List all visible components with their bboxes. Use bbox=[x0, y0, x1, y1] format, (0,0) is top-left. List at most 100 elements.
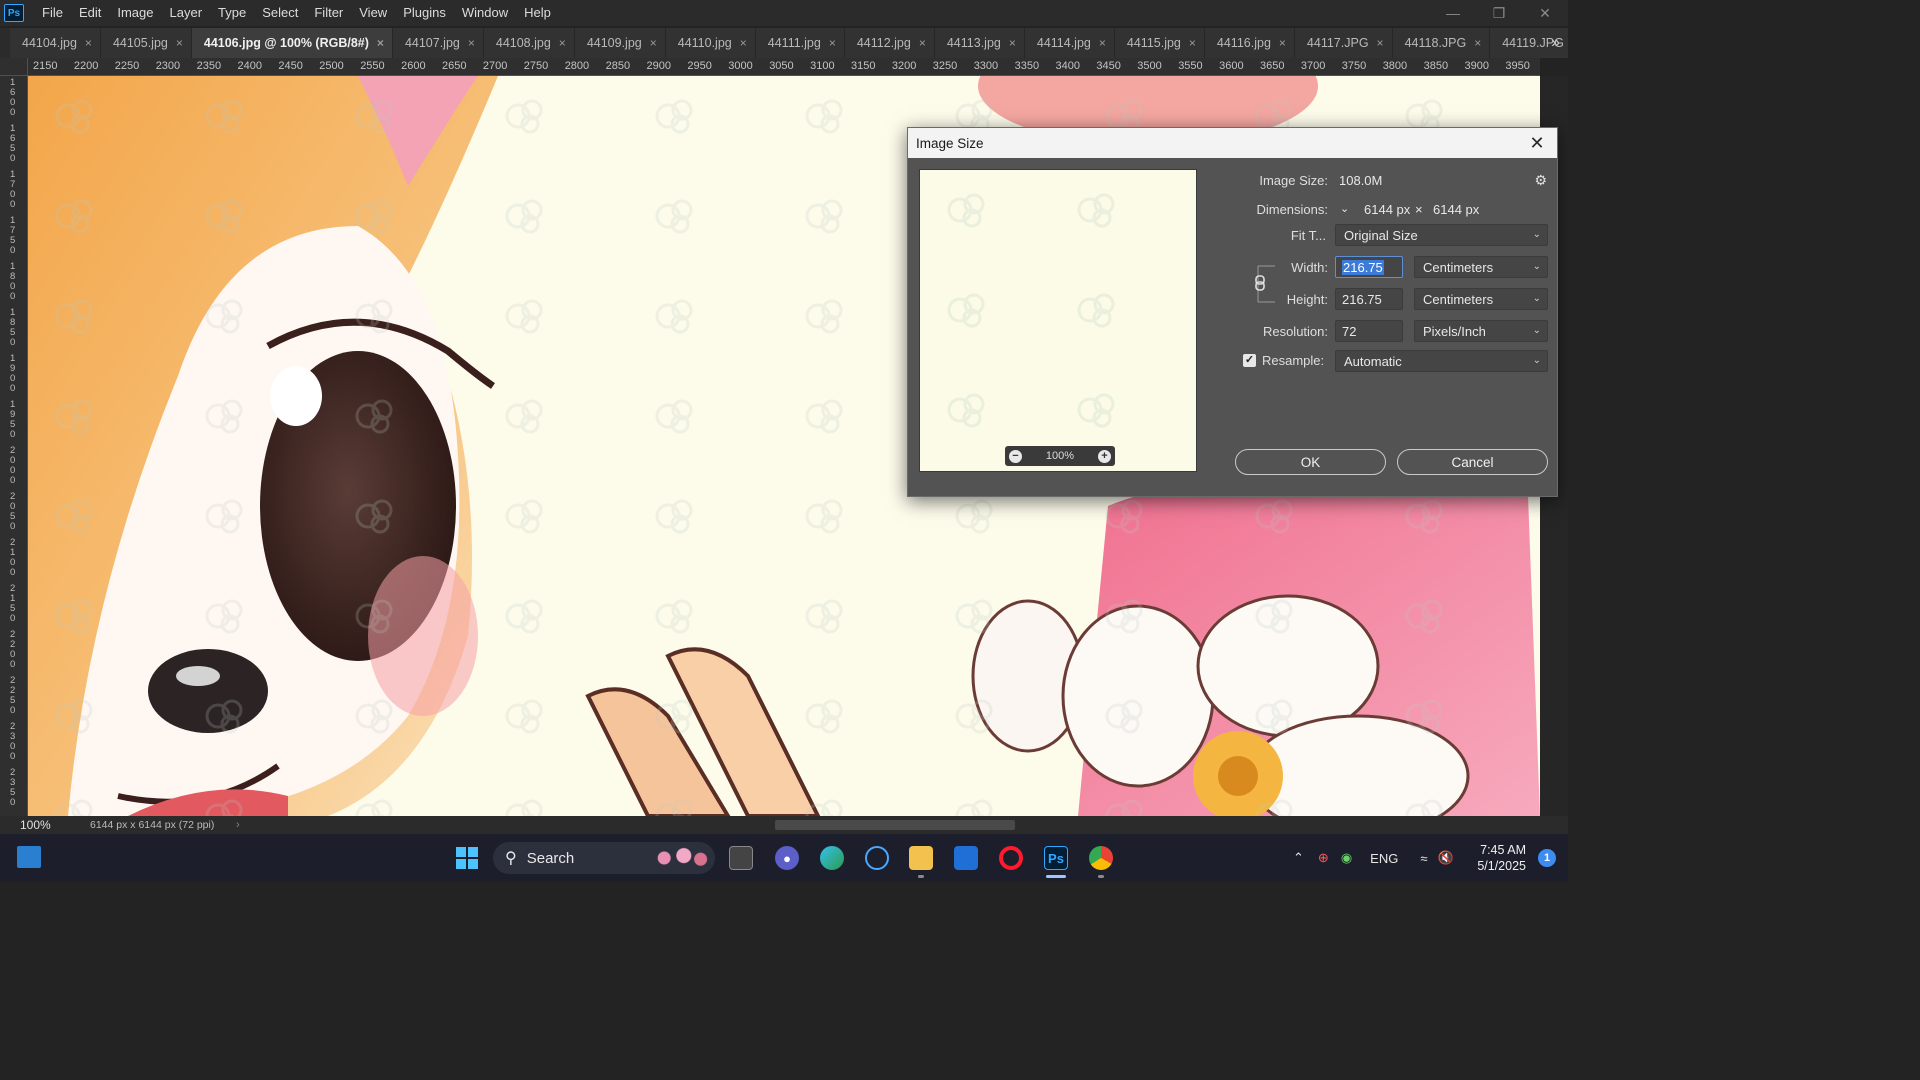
horizontal-ruler[interactable]: 2150 2200 2250 2300 2350 2400 2450 2500 2550 2600… bbox=[28, 58, 1540, 76]
close-icon[interactable]: × bbox=[559, 36, 566, 50]
tab-label: 44108.jpg bbox=[495, 36, 551, 50]
image-preview[interactable]: − 100% + bbox=[919, 169, 1197, 472]
close-icon[interactable]: × bbox=[468, 36, 475, 50]
chrome-icon[interactable] bbox=[1089, 846, 1113, 870]
language-indicator[interactable]: ENG bbox=[1370, 851, 1398, 866]
close-icon[interactable]: × bbox=[1009, 36, 1016, 50]
tab-overflow-icon[interactable]: » bbox=[1551, 28, 1560, 58]
ruler-tick-label: 2100 bbox=[10, 537, 16, 578]
menu-image[interactable]: Image bbox=[109, 0, 161, 26]
horizontal-scrollbar[interactable] bbox=[270, 820, 1530, 830]
document-tab[interactable]: 44118.JPG × bbox=[1392, 28, 1491, 58]
restore-button[interactable]: ❐ bbox=[1476, 0, 1522, 26]
scrollbar-thumb[interactable] bbox=[775, 820, 1015, 830]
document-tab[interactable]: 44112.jpg × bbox=[844, 28, 935, 58]
width-input[interactable]: 216.75 bbox=[1335, 256, 1403, 278]
widgets-icon[interactable] bbox=[17, 846, 41, 868]
chevron-down-icon[interactable]: ⌄ bbox=[1340, 202, 1349, 215]
menu-help[interactable]: Help bbox=[516, 0, 559, 26]
store-icon[interactable] bbox=[954, 846, 978, 870]
ruler-tick-label: 1800 bbox=[10, 261, 16, 302]
ruler-tick-label: 3350 bbox=[1014, 60, 1040, 72]
gear-icon[interactable]: ⚙ bbox=[1534, 172, 1547, 189]
document-tab[interactable]: 44104.jpg × bbox=[10, 28, 101, 58]
document-tab[interactable]: 44109.jpg × bbox=[574, 28, 666, 58]
document-tab[interactable]: 44110.jpg × bbox=[665, 28, 756, 58]
resolution-unit-select[interactable]: Pixels/Inch ⌄ bbox=[1414, 320, 1548, 342]
document-tab[interactable]: 44114.jpg × bbox=[1024, 28, 1115, 58]
wifi-icon[interactable]: ≈ bbox=[1420, 851, 1427, 866]
ruler-tick-label: 2250 bbox=[114, 60, 140, 72]
menu-view[interactable]: View bbox=[351, 0, 395, 26]
close-icon[interactable]: ✕ bbox=[1525, 133, 1549, 154]
ruler-tick-label: 3900 bbox=[1464, 60, 1489, 72]
menu-select[interactable]: Select bbox=[254, 0, 306, 26]
globe-icon[interactable]: ◉ bbox=[1341, 850, 1352, 866]
close-icon[interactable]: × bbox=[85, 36, 92, 50]
resample-checkbox[interactable]: ✓ bbox=[1243, 354, 1256, 367]
zoom-in-icon[interactable]: + bbox=[1097, 449, 1111, 463]
menu-edit[interactable]: Edit bbox=[71, 0, 109, 26]
chevron-right-icon[interactable]: › bbox=[236, 819, 240, 831]
menu-file[interactable]: File bbox=[34, 0, 71, 26]
close-icon[interactable]: × bbox=[829, 36, 836, 50]
photoshop-logo-icon[interactable]: Ps bbox=[4, 4, 24, 22]
document-tab[interactable]: 44115.jpg × bbox=[1114, 28, 1205, 58]
start-icon[interactable] bbox=[455, 846, 479, 870]
close-icon[interactable]: × bbox=[740, 36, 747, 50]
edge-icon[interactable] bbox=[820, 846, 844, 870]
close-icon[interactable]: × bbox=[377, 36, 384, 50]
document-tab[interactable]: 44107.jpg × bbox=[392, 28, 484, 58]
resolution-input[interactable]: 72 bbox=[1335, 320, 1403, 342]
notification-badge[interactable]: 1 bbox=[1538, 849, 1556, 867]
taskbar-search[interactable]: ⚲ Search bbox=[493, 842, 715, 874]
fit-to-select[interactable]: Original Size ⌄ bbox=[1335, 224, 1548, 246]
opera-icon[interactable] bbox=[999, 846, 1023, 870]
tab-label: 44105.jpg bbox=[112, 36, 168, 50]
ruler-tick-label: 2600 bbox=[401, 60, 426, 72]
vertical-ruler[interactable]: 1600 1650 1700 1750 1800 1850 1900 1950 2000 2050… bbox=[0, 76, 28, 816]
height-unit-select[interactable]: Centimeters ⌄ bbox=[1414, 288, 1548, 310]
document-tab[interactable]: 44113.jpg × bbox=[934, 28, 1025, 58]
task-view-icon[interactable] bbox=[729, 846, 753, 870]
chevron-up-icon[interactable]: ⌃ bbox=[1293, 850, 1304, 866]
close-icon[interactable]: × bbox=[1189, 36, 1196, 50]
dialog-titlebar[interactable]: Image Size ✕ bbox=[908, 128, 1557, 158]
close-icon[interactable]: × bbox=[1377, 36, 1384, 50]
teams-icon[interactable]: ● bbox=[775, 846, 799, 870]
file-explorer-icon[interactable] bbox=[909, 846, 933, 870]
close-icon[interactable]: × bbox=[650, 36, 657, 50]
menu-layer[interactable]: Layer bbox=[162, 0, 211, 26]
document-tab[interactable]: 44108.jpg × bbox=[483, 28, 575, 58]
menu-type[interactable]: Type bbox=[210, 0, 254, 26]
cancel-button[interactable]: Cancel bbox=[1397, 449, 1548, 475]
document-info[interactable]: 6144 px x 6144 px (72 ppi) bbox=[90, 819, 230, 831]
menu-filter[interactable]: Filter bbox=[306, 0, 351, 26]
snipping-icon[interactable] bbox=[865, 846, 889, 870]
close-icon[interactable]: × bbox=[176, 36, 183, 50]
vpn-icon[interactable]: ⊕ bbox=[1318, 850, 1329, 866]
ok-button[interactable]: OK bbox=[1235, 449, 1386, 475]
photoshop-icon[interactable]: Ps bbox=[1044, 846, 1068, 870]
resample-select[interactable]: Automatic ⌄ bbox=[1335, 350, 1548, 372]
document-tab[interactable]: 44117.JPG × bbox=[1294, 28, 1393, 58]
ruler-tick-label: 3250 bbox=[932, 60, 958, 72]
document-tab[interactable]: 44116.jpg × bbox=[1204, 28, 1295, 58]
close-icon[interactable]: × bbox=[1474, 36, 1481, 50]
close-icon[interactable]: × bbox=[1099, 36, 1106, 50]
document-tab[interactable]: 44106.jpg @ 100% (RGB/8#) × bbox=[191, 28, 393, 58]
width-unit-select[interactable]: Centimeters ⌄ bbox=[1414, 256, 1548, 278]
document-tab[interactable]: 44105.jpg × bbox=[100, 28, 192, 58]
close-window-button[interactable]: ✕ bbox=[1522, 0, 1568, 26]
zoom-level-field[interactable]: 100% bbox=[0, 818, 60, 832]
close-icon[interactable]: × bbox=[919, 36, 926, 50]
volume-muted-icon[interactable]: 🔇 bbox=[1437, 850, 1453, 866]
taskbar-clock[interactable]: 7:45 AM 5/1/2025 bbox=[1477, 842, 1526, 874]
menu-plugins[interactable]: Plugins bbox=[395, 0, 454, 26]
minimize-button[interactable]: — bbox=[1430, 0, 1476, 26]
document-tab[interactable]: 44111.jpg × bbox=[755, 28, 845, 58]
zoom-out-icon[interactable]: − bbox=[1009, 449, 1022, 463]
menu-window[interactable]: Window bbox=[454, 0, 516, 26]
height-input[interactable]: 216.75 bbox=[1335, 288, 1403, 310]
close-icon[interactable]: × bbox=[1279, 36, 1286, 50]
